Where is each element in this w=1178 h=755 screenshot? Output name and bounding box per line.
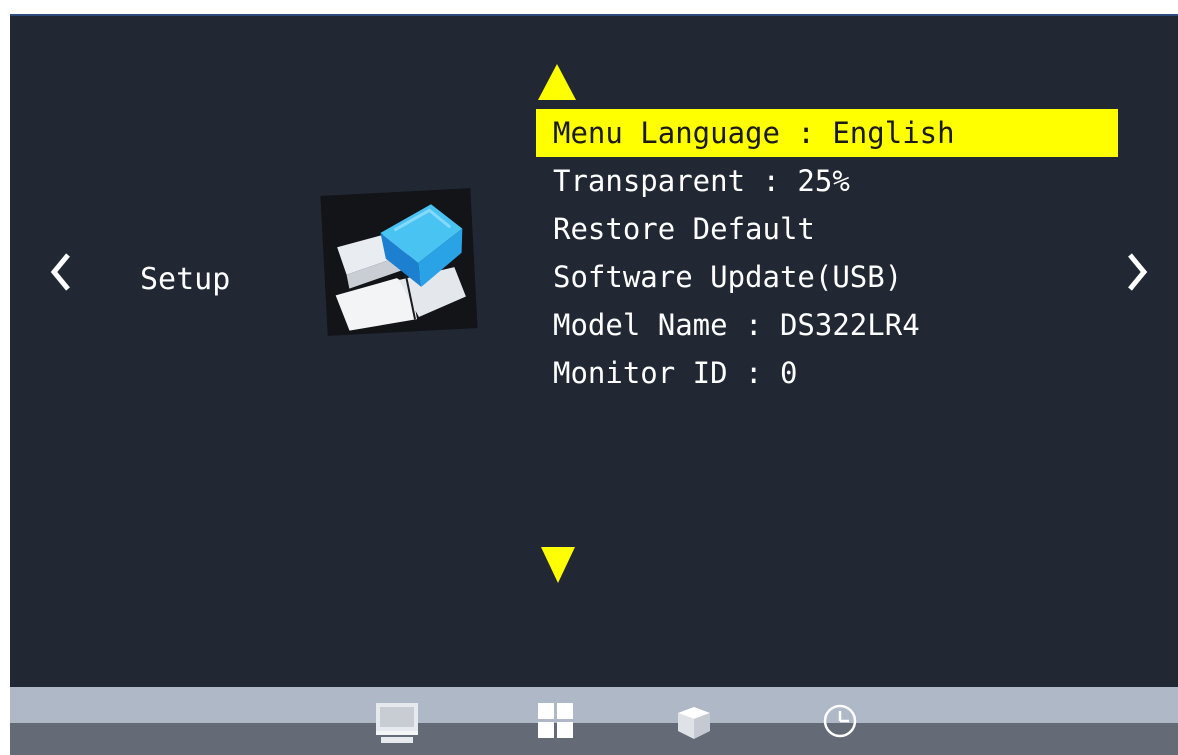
triangle-up-icon — [538, 64, 576, 100]
triangle-down-icon — [541, 547, 575, 583]
menu-item-model-name[interactable]: Model Name : DS322LR4 — [536, 301, 1118, 349]
monitor-icon — [376, 703, 418, 743]
clock-icon — [823, 704, 857, 738]
osd-menu-panel: Setup Menu Language : English Transparen… — [10, 14, 1178, 755]
tab-picture[interactable] — [373, 701, 421, 749]
category-tab-bar — [10, 687, 1178, 755]
tab-setup[interactable] — [676, 701, 712, 745]
chevron-right-icon — [1128, 253, 1148, 291]
tab-layout[interactable] — [537, 701, 575, 745]
menu-item-monitor-id[interactable]: Monitor ID : 0 — [536, 349, 1118, 397]
tab-time[interactable] — [820, 701, 860, 745]
chevron-left-icon — [50, 253, 70, 291]
menu-item-software-update[interactable]: Software Update(USB) — [536, 253, 1118, 301]
menu-item-transparent[interactable]: Transparent : 25% — [536, 157, 1118, 205]
previous-category-button[interactable] — [44, 252, 78, 292]
next-category-button[interactable] — [1120, 252, 1154, 292]
menu-list: Menu Language : English Transparent : 25… — [536, 109, 1118, 397]
scroll-up-button[interactable] — [537, 62, 577, 106]
cube-icon — [678, 707, 710, 739]
menu-item-menu-language[interactable]: Menu Language : English — [536, 109, 1118, 157]
scroll-down-button[interactable] — [540, 545, 576, 589]
setup-blocks-icon — [320, 188, 478, 336]
menu-item-restore-default[interactable]: Restore Default — [536, 205, 1118, 253]
grid-icon — [538, 703, 573, 738]
category-label: Setup — [140, 262, 231, 297]
